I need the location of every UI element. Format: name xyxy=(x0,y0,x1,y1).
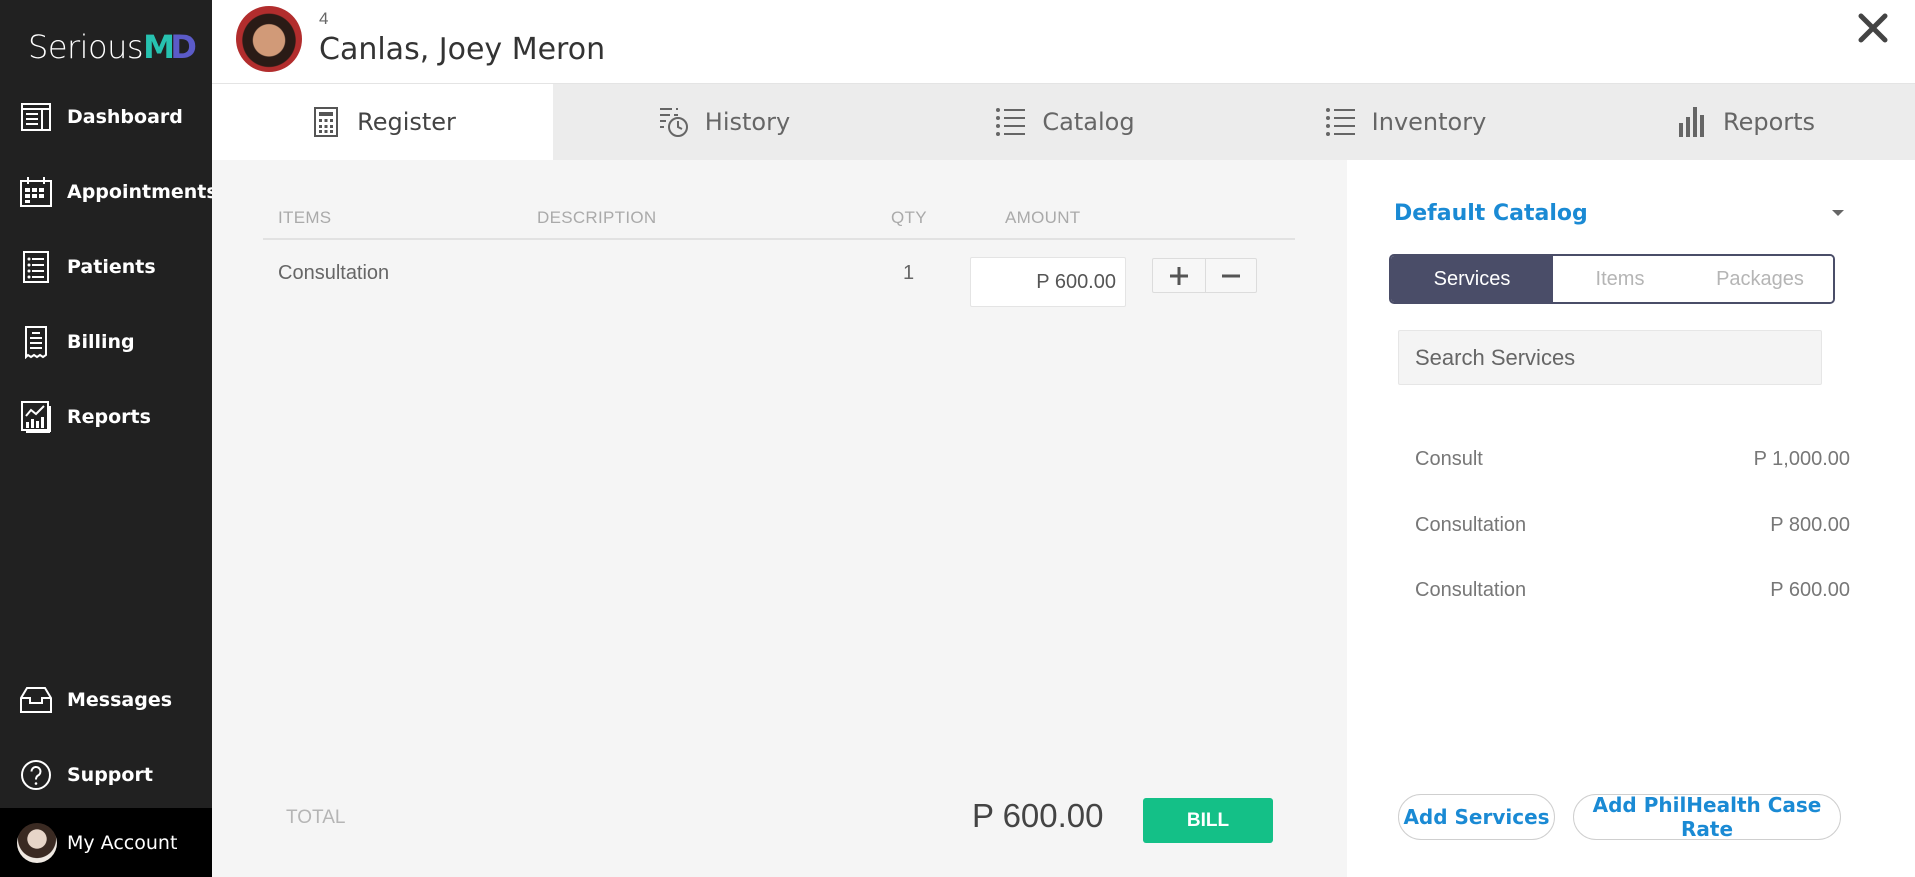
question-icon xyxy=(19,758,53,792)
list-icon xyxy=(1324,105,1358,139)
plus-icon xyxy=(1169,266,1188,285)
dashboard-icon xyxy=(19,100,53,134)
row-qty: 1 xyxy=(903,262,915,284)
register-panel: ITEMS DESCRIPTION QTY AMOUNT Consultatio… xyxy=(212,160,1347,877)
patients-list-icon xyxy=(19,250,53,284)
tab-bar: Register History Catalog Inventory Repor… xyxy=(212,84,1915,160)
logo-text: Serious xyxy=(28,28,144,66)
my-account-button[interactable]: My Account xyxy=(0,808,212,877)
segment-packages[interactable]: Packages xyxy=(1687,256,1833,302)
service-price: P 1,000.00 xyxy=(1753,447,1850,470)
calendar-icon xyxy=(19,175,53,209)
tab-reports[interactable]: Reports xyxy=(1575,84,1915,160)
sidebar-item-appointments[interactable]: Appointments xyxy=(0,167,218,217)
total-label: TOTAL xyxy=(286,807,346,828)
sidebar-item-label: Support xyxy=(67,764,153,786)
sidebar-item-support[interactable]: Support xyxy=(0,750,212,800)
service-list-item[interactable]: Consultation P 800.00 xyxy=(1415,505,1850,545)
amount-input[interactable] xyxy=(970,257,1126,307)
history-icon xyxy=(657,105,691,139)
account-label: My Account xyxy=(67,831,178,854)
service-name: Consult xyxy=(1415,447,1483,470)
add-services-button[interactable]: Add Services xyxy=(1398,794,1555,840)
column-header-items: ITEMS xyxy=(278,208,332,227)
total-value: P 600.00 xyxy=(972,797,1104,834)
reports-chart-icon xyxy=(19,400,53,434)
receipt-icon xyxy=(19,325,53,359)
catalog-dropdown-value: Default Catalog xyxy=(1394,200,1588,226)
add-philhealth-case-rate-button[interactable]: Add PhilHealth Case Rate xyxy=(1573,793,1841,841)
close-button[interactable] xyxy=(1851,6,1895,50)
list-icon xyxy=(994,105,1028,139)
account-avatar xyxy=(17,822,57,863)
tab-label: Inventory xyxy=(1371,108,1487,136)
minus-icon xyxy=(1221,274,1240,277)
quantity-stepper xyxy=(1152,258,1257,293)
increment-button[interactable] xyxy=(1153,259,1205,292)
inbox-icon xyxy=(19,683,53,717)
app-logo[interactable]: SeriousMD xyxy=(28,28,197,66)
patient-name: Canlas, Joey Meron xyxy=(319,32,606,67)
segment-items[interactable]: Items xyxy=(1553,256,1687,302)
service-list-item[interactable]: Consult P 1,000.00 xyxy=(1415,439,1850,479)
calculator-icon xyxy=(309,105,343,139)
tab-label: Reports xyxy=(1722,108,1816,136)
search-services-input[interactable] xyxy=(1398,330,1822,385)
sidebar-item-messages[interactable]: Messages xyxy=(0,675,212,725)
close-icon xyxy=(1858,13,1888,43)
sidebar-item-reports[interactable]: Reports xyxy=(0,392,212,442)
bill-button[interactable]: BILL xyxy=(1143,798,1273,843)
table-header-divider xyxy=(263,238,1295,240)
patient-avatar xyxy=(236,6,302,72)
bar-chart-icon xyxy=(1675,105,1709,139)
catalog-type-switch: Services Items Packages xyxy=(1389,254,1835,304)
catalog-panel: Default Catalog Services Items Packages … xyxy=(1347,160,1915,877)
service-name: Consultation xyxy=(1415,513,1527,536)
tab-catalog[interactable]: Catalog xyxy=(894,84,1235,160)
sidebar-item-patients[interactable]: Patients xyxy=(0,242,212,292)
sidebar-item-billing[interactable]: Billing xyxy=(0,317,212,367)
caret-down-icon xyxy=(1832,210,1844,216)
patient-header: 4 Canlas, Joey Meron xyxy=(212,0,1915,84)
patient-id: 4 xyxy=(319,9,329,28)
sidebar-item-label: Billing xyxy=(67,331,135,353)
sidebar-item-label: Appointments xyxy=(67,181,218,203)
service-price: P 600.00 xyxy=(1770,578,1850,601)
tab-inventory[interactable]: Inventory xyxy=(1235,84,1575,160)
tab-label: Register xyxy=(357,108,456,136)
logo-d: D xyxy=(170,28,197,66)
row-item: Consultation xyxy=(278,262,390,284)
tab-history[interactable]: History xyxy=(553,84,894,160)
sidebar-item-dashboard[interactable]: Dashboard xyxy=(0,92,212,142)
sidebar: SeriousMD Dashboard Appointments Patient… xyxy=(0,0,218,877)
sidebar-item-label: Patients xyxy=(67,256,156,278)
column-header-qty: QTY xyxy=(891,208,927,227)
sidebar-item-label: Messages xyxy=(67,689,173,711)
service-name: Consultation xyxy=(1415,578,1527,601)
column-header-description: DESCRIPTION xyxy=(537,208,657,227)
tab-label: History xyxy=(704,108,791,136)
service-price: P 800.00 xyxy=(1770,513,1850,536)
tab-label: Catalog xyxy=(1042,108,1135,136)
sidebar-item-label: Dashboard xyxy=(67,106,183,128)
segment-services[interactable]: Services xyxy=(1391,256,1553,302)
service-list-item[interactable]: Consultation P 600.00 xyxy=(1415,570,1850,610)
catalog-dropdown[interactable]: Default Catalog xyxy=(1394,195,1844,231)
column-header-amount: AMOUNT xyxy=(1005,208,1081,227)
decrement-button[interactable] xyxy=(1204,259,1257,292)
tab-register[interactable]: Register xyxy=(212,84,553,160)
sidebar-item-label: Reports xyxy=(67,406,151,428)
